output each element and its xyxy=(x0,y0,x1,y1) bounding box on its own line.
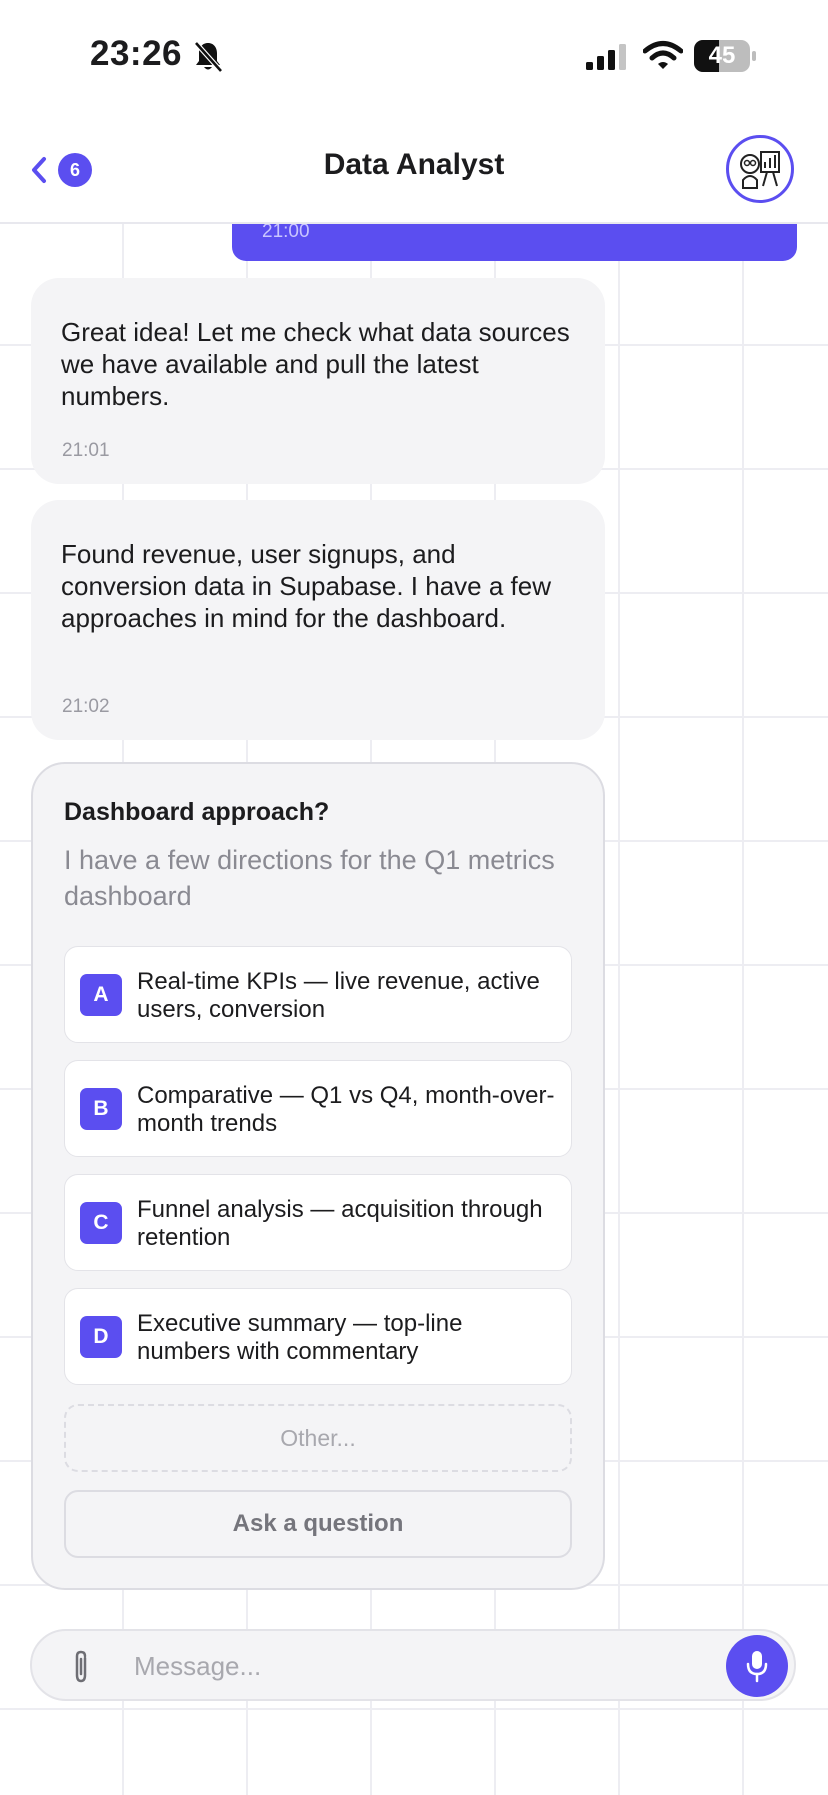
other-answer-input[interactable]: Other... xyxy=(64,1404,572,1472)
microphone-icon xyxy=(746,1651,768,1683)
option-label: Executive summary — top-line numbers wit… xyxy=(137,1310,463,1365)
message-text: Found revenue, user signups, and convers… xyxy=(61,539,551,633)
question-card: Dashboard approach? I have a few directi… xyxy=(31,762,605,1590)
assistant-message-bubble[interactable]: Great idea! Let me check what data sourc… xyxy=(31,278,605,484)
option-letter-badge: B xyxy=(80,1088,122,1130)
option-letter-badge: C xyxy=(80,1202,122,1244)
chat-header: 6 Data Analyst xyxy=(0,110,828,224)
message-timestamp: 21:01 xyxy=(62,440,110,461)
message-timestamp: 21:00 xyxy=(262,221,310,242)
assistant-message-bubble[interactable]: Found revenue, user signups, and convers… xyxy=(31,500,605,740)
battery-percent: 45 xyxy=(708,42,736,69)
battery-icon: 45 xyxy=(694,40,756,72)
message-input[interactable]: Message... xyxy=(134,1649,261,1683)
option-a[interactable]: A Real-time KPIs — live revenue, active … xyxy=(64,946,572,1043)
question-subtitle: I have a few directions for the Q1 metri… xyxy=(64,845,555,911)
status-time: 23:26 xyxy=(90,34,183,73)
option-label: Funnel analysis — acquisition through re… xyxy=(137,1196,543,1251)
ask-question-button[interactable]: Ask a question xyxy=(64,1490,572,1558)
bell-slash-icon xyxy=(194,41,223,73)
microphone-button[interactable] xyxy=(726,1635,788,1697)
message-text: Great idea! Let me check what data sourc… xyxy=(61,317,570,411)
option-label: Real-time KPIs — live revenue, active us… xyxy=(137,968,540,1023)
option-label: Comparative — Q1 vs Q4, month-over-month… xyxy=(137,1082,555,1137)
paperclip-icon[interactable] xyxy=(70,1649,92,1685)
option-d[interactable]: D Executive summary — top-line numbers w… xyxy=(64,1288,572,1385)
option-letter-badge: A xyxy=(80,974,122,1016)
page-title: Data Analyst xyxy=(323,148,505,181)
option-b[interactable]: B Comparative — Q1 vs Q4, month-over-mon… xyxy=(64,1060,572,1157)
status-bar: 23:26 45 xyxy=(0,0,828,110)
question-title: Dashboard approach? xyxy=(64,798,330,826)
wifi-icon xyxy=(643,41,683,69)
option-c[interactable]: C Funnel analysis — acquisition through … xyxy=(64,1174,572,1271)
message-composer[interactable]: Message... xyxy=(30,1629,796,1701)
message-timestamp: 21:02 xyxy=(62,696,110,717)
option-letter-badge: D xyxy=(80,1316,122,1358)
avatar[interactable] xyxy=(726,135,794,203)
analyst-presentation-icon xyxy=(740,151,780,189)
cellular-signal-icon xyxy=(586,44,626,70)
